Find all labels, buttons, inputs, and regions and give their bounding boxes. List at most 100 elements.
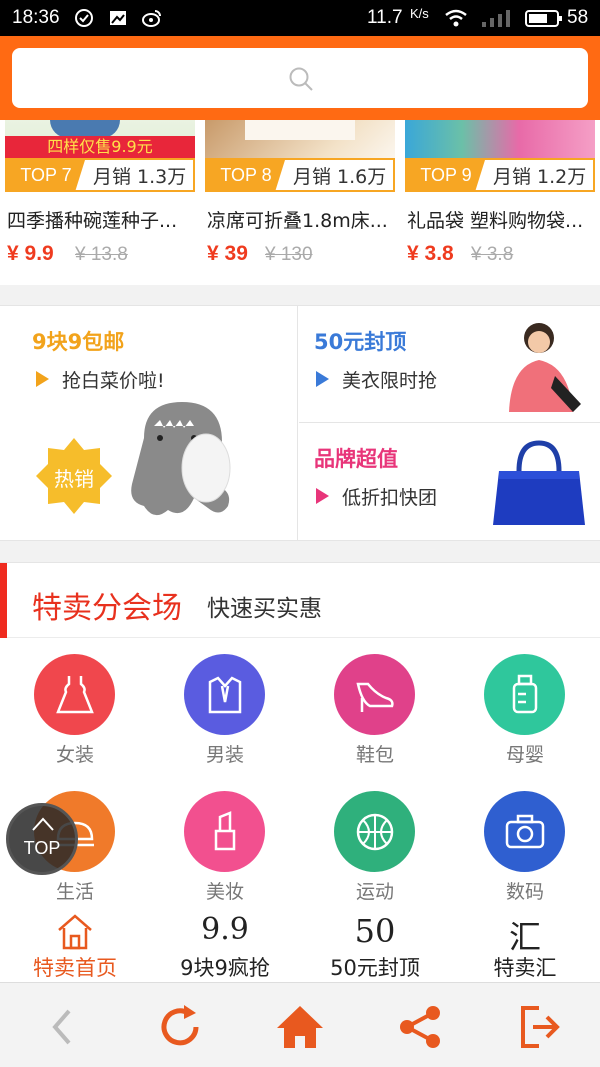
search-icon xyxy=(289,67,313,91)
home-outline-icon xyxy=(0,912,150,954)
monthly-sales: 月销 1.3万 xyxy=(93,165,187,188)
status-bar: 18:36 11.7 K/s 58 xyxy=(0,0,600,36)
product-name: 礼品袋 塑料购物袋... xyxy=(407,210,584,232)
product-name: 四季播种碗莲种子... xyxy=(7,210,178,232)
category-beauty[interactable]: 美妆 xyxy=(150,775,300,905)
wifi-icon xyxy=(445,9,467,27)
section-title: 特卖分会场 xyxy=(32,591,182,626)
category-baby[interactable]: 母婴 xyxy=(450,638,600,768)
handbag-image xyxy=(493,440,585,525)
suit-icon xyxy=(208,675,241,713)
product-card[interactable]: 四样仅售9.9元 TOP 7 月销 1.3万 四季播种碗莲种子... ¥ 9.9… xyxy=(5,120,195,280)
rank-label: TOP 7 xyxy=(7,160,85,190)
search-input[interactable] xyxy=(12,48,588,108)
product-price: ¥ 39 xyxy=(207,242,248,265)
product-price: ¥ 3.8 xyxy=(407,242,454,265)
rank-label: TOP 8 xyxy=(207,160,285,190)
section-subtitle: 快速买实惠 xyxy=(207,596,322,622)
share-button[interactable] xyxy=(392,1001,448,1053)
category-label: 运动 xyxy=(355,881,394,903)
model-image xyxy=(509,323,581,412)
play-icon xyxy=(316,488,329,504)
category-label: 男装 xyxy=(205,744,244,766)
mousepad-image xyxy=(131,402,231,516)
product-old-price: ¥ 13.8 xyxy=(75,244,128,265)
play-icon xyxy=(316,371,329,387)
category-grid: 女装 男装 鞋包 母婴 生活 美妆 运动 数码 xyxy=(0,638,600,910)
category-label: 母婴 xyxy=(505,744,544,766)
chevron-up-icon xyxy=(32,817,54,831)
play-icon xyxy=(36,371,49,387)
category-sports[interactable]: 运动 xyxy=(300,775,450,905)
section-header: 特卖分会场 快速买实惠 xyxy=(0,562,600,639)
product-card[interactable]: TOP 8 月销 1.6万 凉席可折叠1.8m床... ¥ 39 ¥ 130 xyxy=(205,120,395,280)
status-time: 18:36 xyxy=(12,7,60,28)
category-icon-circle xyxy=(34,654,115,735)
category-label: 女装 xyxy=(55,744,94,766)
search-header xyxy=(0,36,600,120)
category-icon-circle xyxy=(334,791,415,872)
promo-9-9[interactable]: 9块9包邮 抢白菜价啦! 热销 xyxy=(0,306,298,540)
browser-toolbar xyxy=(0,982,600,1067)
lipstick-icon xyxy=(214,810,235,850)
promo-subtitle: 低折扣快团 xyxy=(342,487,438,509)
category-label: 数码 xyxy=(505,881,544,903)
product-card[interactable]: TOP 9 月销 1.2万 礼品袋 塑料购物袋... ¥ 3.8 ¥ 3.8 xyxy=(405,120,595,280)
home-button[interactable] xyxy=(272,1001,328,1053)
category-label: 美妆 xyxy=(205,881,244,903)
category-icon-circle xyxy=(334,654,415,735)
ranking-products: 四样仅售9.9元 TOP 7 月销 1.3万 四季播种碗莲种子... ¥ 9.9… xyxy=(0,120,600,285)
network-speed-unit: K/s xyxy=(410,6,429,21)
ball-icon xyxy=(356,813,393,850)
back-to-top-button[interactable]: TOP xyxy=(6,803,78,875)
category-icon-circle xyxy=(184,791,265,872)
monthly-sales: 月销 1.6万 xyxy=(293,165,387,188)
category-digital[interactable]: 数码 xyxy=(450,775,600,905)
home-icon xyxy=(277,1006,323,1048)
rank-label: TOP 9 xyxy=(407,160,485,190)
promo-block: 9块9包邮 抢白菜价啦! 热销 50元封顶 美衣限时抢 品牌超值 低折扣快团 xyxy=(0,305,600,541)
exit-button[interactable] xyxy=(512,1001,568,1053)
tab-hui[interactable]: 汇 特卖汇 xyxy=(450,910,600,982)
monthly-sales: 月销 1.2万 xyxy=(493,165,587,188)
category-icon-circle xyxy=(484,791,565,872)
promo-title: 50元封顶 xyxy=(314,330,407,354)
category-shoes-bags[interactable]: 鞋包 xyxy=(300,638,450,768)
image-icon xyxy=(110,11,126,25)
tab-glyph-50: 50 xyxy=(354,912,396,950)
promo-50[interactable]: 50元封顶 美衣限时抢 xyxy=(299,306,600,423)
tab-label: 特卖汇 xyxy=(493,956,557,980)
battery-icon xyxy=(525,10,562,27)
promo-subtitle: 抢白菜价啦! xyxy=(62,370,165,392)
refresh-button[interactable] xyxy=(152,1001,208,1053)
product-old-price: ¥ 3.8 xyxy=(471,244,514,265)
rank-badge: TOP 7 月销 1.3万 xyxy=(5,158,195,192)
product-banner: 四样仅售9.9元 xyxy=(5,136,195,158)
bottle-icon xyxy=(512,674,537,713)
back-to-top-label: TOP xyxy=(23,838,61,858)
product-name: 凉席可折叠1.8m床... xyxy=(207,210,388,232)
category-label: 鞋包 xyxy=(355,744,394,766)
category-icon-circle xyxy=(484,654,565,735)
product-old-price: ¥ 130 xyxy=(265,244,313,265)
tab-9-9[interactable]: 9.9 9块9疯抢 xyxy=(150,910,300,982)
dress-icon xyxy=(55,675,94,713)
promo-brand[interactable]: 品牌超值 低折扣快团 xyxy=(299,423,600,540)
section-accent-bar xyxy=(0,563,7,639)
exit-icon xyxy=(521,1006,560,1048)
network-speed: 11.7 xyxy=(367,7,403,28)
category-men[interactable]: 男装 xyxy=(150,638,300,768)
product-price: ¥ 9.9 xyxy=(7,242,54,265)
tab-label: 50元封顶 xyxy=(330,956,420,980)
weibo-icon xyxy=(142,10,161,27)
tab-glyph-9-9: 9.9 xyxy=(201,912,249,947)
tab-50[interactable]: 50 50元封顶 xyxy=(300,910,450,982)
camera-icon xyxy=(505,814,544,848)
back-button[interactable] xyxy=(34,1001,90,1053)
hot-badge-label: 热销 xyxy=(54,467,94,491)
rank-badge: TOP 9 月销 1.2万 xyxy=(405,158,595,192)
promo-subtitle: 美衣限时抢 xyxy=(342,370,438,392)
tab-home[interactable]: 特卖首页 xyxy=(0,910,150,982)
battery-level: 58 xyxy=(567,7,589,28)
category-women[interactable]: 女装 xyxy=(0,638,150,768)
